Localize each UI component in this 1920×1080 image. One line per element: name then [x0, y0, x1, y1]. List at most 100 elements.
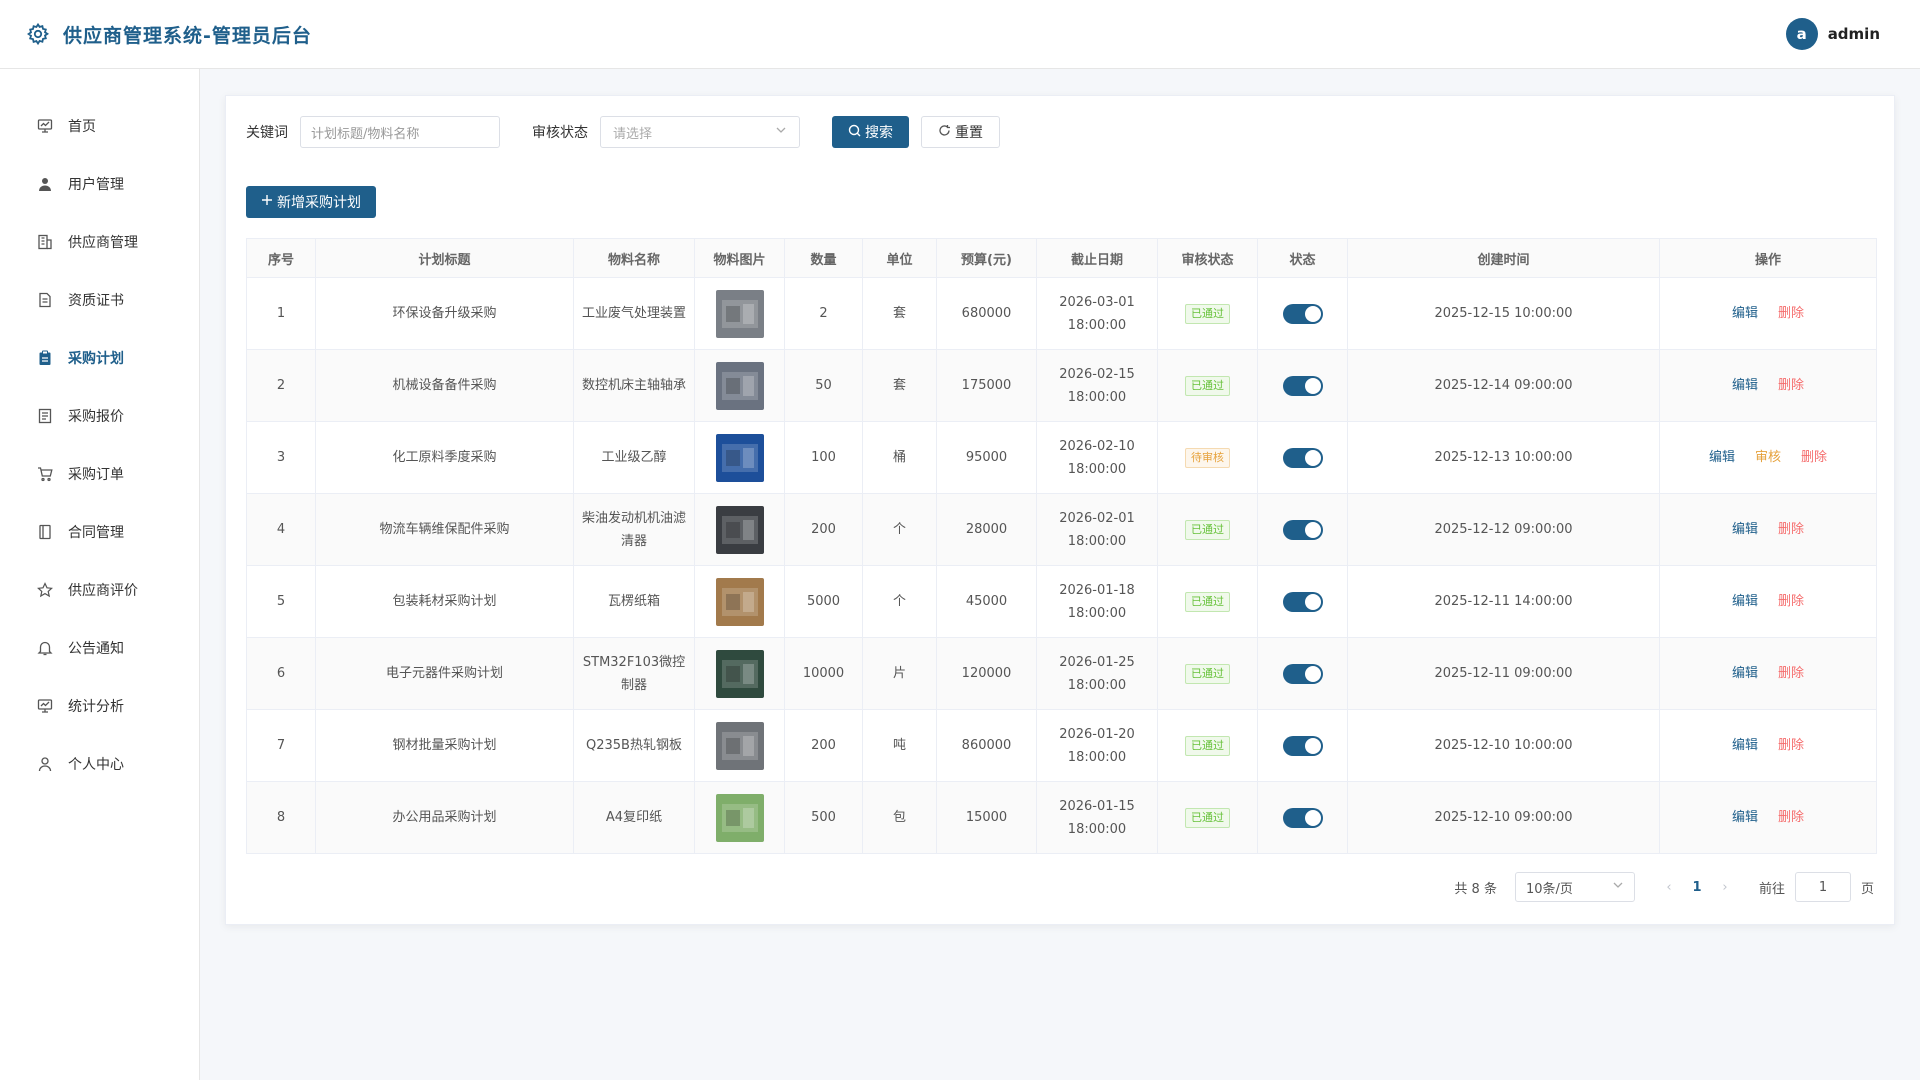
material-image[interactable]	[715, 793, 764, 842]
sidebar-item-clipboard[interactable]: 采购计划	[0, 329, 199, 387]
unit: 套	[862, 277, 937, 350]
row-actions: 编辑 审核 删除	[1659, 421, 1877, 494]
delete-button[interactable]: 删除	[1778, 590, 1804, 613]
row-actions: 编辑 删除	[1659, 349, 1877, 422]
edit-button[interactable]: 编辑	[1732, 662, 1758, 685]
material-image[interactable]	[715, 577, 764, 626]
budget: 15000	[936, 781, 1037, 854]
quantity: 200	[784, 493, 863, 566]
enable-switch-cell	[1257, 421, 1348, 494]
sidebar-item-contract[interactable]: 合同管理	[0, 503, 199, 561]
building-icon	[36, 233, 54, 251]
delete-button[interactable]: 删除	[1778, 734, 1804, 757]
audit-status-cell: 已通过	[1157, 349, 1258, 422]
row-number: 5	[246, 565, 316, 638]
keyword-input[interactable]: 计划标题/物料名称	[300, 116, 500, 148]
delete-button[interactable]: 删除	[1778, 662, 1804, 685]
unit: 套	[862, 349, 937, 422]
enable-toggle[interactable]	[1282, 375, 1323, 396]
audit-status-cell: 待审核	[1157, 421, 1258, 494]
enable-toggle[interactable]	[1282, 735, 1323, 756]
delete-button[interactable]: 删除	[1801, 446, 1827, 469]
material-image[interactable]	[715, 721, 764, 770]
enable-toggle[interactable]	[1282, 303, 1323, 324]
deadline: 2026-01-25 18:00:00	[1036, 637, 1158, 710]
status-badge: 已通过	[1185, 304, 1230, 324]
sidebar-item-building[interactable]: 供应商管理	[0, 213, 199, 271]
enable-toggle[interactable]	[1282, 519, 1323, 540]
delete-button[interactable]: 删除	[1778, 302, 1804, 325]
status-label: 审核状态	[532, 125, 588, 141]
page-number[interactable]: 1	[1683, 880, 1711, 895]
enable-toggle[interactable]	[1282, 663, 1323, 684]
audit-status-cell: 已通过	[1157, 637, 1258, 710]
sidebar-item-star[interactable]: 供应商评价	[0, 561, 199, 619]
prev-page-icon[interactable]: ‹	[1655, 880, 1683, 895]
next-page-icon[interactable]: ›	[1711, 880, 1739, 895]
plan-title: 机械设备备件采购	[315, 349, 574, 422]
plus-icon	[261, 194, 273, 210]
material-image-cell	[694, 349, 785, 422]
deadline: 2026-02-01 18:00:00	[1036, 493, 1158, 566]
username[interactable]: admin	[1828, 25, 1880, 43]
table-row: 6 电子元器件采购计划 STM32F103微控制器 10000 片 120000 2026-…	[246, 637, 1877, 710]
material-image[interactable]	[715, 361, 764, 410]
delete-button[interactable]: 删除	[1778, 518, 1804, 541]
status-badge: 已通过	[1185, 736, 1230, 756]
delete-button[interactable]: 删除	[1778, 806, 1804, 829]
user-menu[interactable]: a admin	[1785, 18, 1880, 50]
delete-button[interactable]: 删除	[1778, 374, 1804, 397]
quantity: 200	[784, 709, 863, 782]
quantity: 100	[784, 421, 863, 494]
sidebar-item-bell[interactable]: 公告通知	[0, 619, 199, 677]
enable-toggle[interactable]	[1282, 591, 1323, 612]
search-icon	[848, 124, 861, 141]
row-number: 1	[246, 277, 316, 350]
edit-button[interactable]: 编辑	[1732, 518, 1758, 541]
quantity: 10000	[784, 637, 863, 710]
edit-button[interactable]: 编辑	[1732, 374, 1758, 397]
filter-bar: 关键词 计划标题/物料名称 审核状态 请选择 搜索 重置	[246, 116, 1000, 148]
sidebar-item-quote[interactable]: 采购报价	[0, 387, 199, 445]
sidebar-item-document[interactable]: 资质证书	[0, 271, 199, 329]
edit-button[interactable]: 编辑	[1732, 734, 1758, 757]
edit-button[interactable]: 编辑	[1732, 806, 1758, 829]
sidebar-item-dashboard[interactable]: 首页	[0, 97, 199, 155]
plan-title: 电子元器件采购计划	[315, 637, 574, 710]
unit: 片	[862, 637, 937, 710]
add-plan-button[interactable]: 新增采购计划	[246, 186, 376, 218]
goto-page-input[interactable]: 1	[1794, 872, 1851, 902]
edit-button[interactable]: 编辑	[1732, 590, 1758, 613]
page-size-select[interactable]: 10条/页	[1514, 872, 1635, 902]
sidebar-item-person[interactable]: 个人中心	[0, 735, 199, 793]
sidebar-item-label: 统计分析	[68, 699, 124, 715]
edit-button[interactable]: 编辑	[1709, 446, 1735, 469]
material-image[interactable]	[715, 289, 764, 338]
table-row: 7 钢材批量采购计划 Q235B热轧钢板 200 吨 860000 2026-01-20 1…	[246, 709, 1877, 782]
enable-switch-cell	[1257, 709, 1348, 782]
quantity: 2	[784, 277, 863, 350]
sidebar-item-chart[interactable]: 统计分析	[0, 677, 199, 735]
material-name: 工业级乙醇	[573, 421, 695, 494]
sidebar-item-label: 首页	[68, 119, 96, 135]
sidebar-item-label: 供应商评价	[68, 583, 138, 599]
enable-toggle[interactable]	[1282, 807, 1323, 828]
material-image[interactable]	[715, 649, 764, 698]
top-header: 供应商管理系统-管理员后台 a admin	[0, 0, 1920, 69]
search-button[interactable]: 搜索	[832, 116, 909, 148]
status-select[interactable]: 请选择	[600, 116, 800, 148]
audit-button[interactable]: 审核	[1755, 446, 1781, 469]
enable-toggle[interactable]	[1282, 447, 1323, 468]
sidebar-item-cart[interactable]: 采购订单	[0, 445, 199, 503]
sidebar-item-user[interactable]: 用户管理	[0, 155, 199, 213]
deadline: 2026-02-15 18:00:00	[1036, 349, 1158, 422]
edit-button[interactable]: 编辑	[1732, 302, 1758, 325]
material-image[interactable]	[715, 433, 764, 482]
chevron-down-icon	[1612, 879, 1624, 895]
avatar[interactable]: a	[1785, 18, 1818, 50]
material-name: 工业废气处理装置	[573, 277, 695, 350]
status-badge: 已通过	[1185, 520, 1230, 540]
reset-button[interactable]: 重置	[921, 116, 1000, 148]
person-icon	[36, 755, 54, 773]
material-image[interactable]	[715, 505, 764, 554]
